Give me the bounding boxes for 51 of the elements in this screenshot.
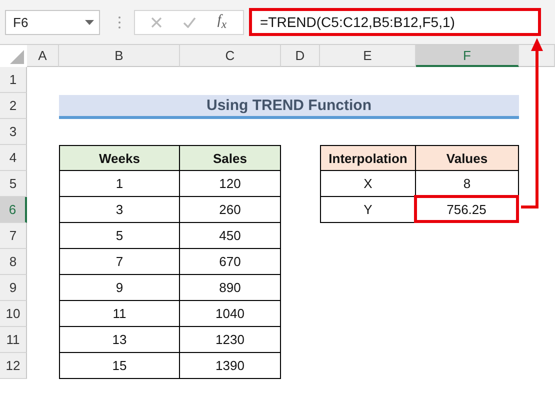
table-cell: 3 xyxy=(59,197,180,223)
table-cell: 1 xyxy=(59,171,180,197)
table-cell: 8 xyxy=(416,171,519,197)
row-header[interactable]: 5 xyxy=(0,171,27,197)
table-cell: 13 xyxy=(59,327,180,353)
row-header[interactable]: 6 xyxy=(0,197,27,223)
table-cell: 9 xyxy=(59,275,180,301)
column-header[interactable]: C xyxy=(180,45,281,67)
column-header[interactable]: E xyxy=(320,45,416,67)
table-cell: 450 xyxy=(180,223,281,249)
table-cell: 120 xyxy=(180,171,281,197)
cancel-icon[interactable] xyxy=(151,16,162,28)
row-header[interactable]: 9 xyxy=(0,275,27,301)
row-header[interactable]: 3 xyxy=(0,119,27,145)
row-header[interactable]: 2 xyxy=(0,93,27,119)
table-cell: 1390 xyxy=(180,353,281,379)
row-header[interactable]: 11 xyxy=(0,327,27,353)
table-cell: 5 xyxy=(59,223,180,249)
table-cell: Y xyxy=(320,197,416,223)
table-cell: 260 xyxy=(180,197,281,223)
table-cell: 890 xyxy=(180,275,281,301)
select-all-icon[interactable] xyxy=(10,50,24,64)
row-header[interactable]: 10 xyxy=(0,301,27,327)
column-header[interactable]: D xyxy=(281,45,320,67)
sheet-title: Using TREND Function xyxy=(59,95,519,119)
column-header[interactable]: B xyxy=(59,45,180,67)
table-cell: 1230 xyxy=(180,327,281,353)
formula-field[interactable]: =TREND(C5:C12,B5:B12,F5,1) xyxy=(249,8,541,36)
column-header[interactable]: F xyxy=(416,45,519,67)
row-header[interactable]: 8 xyxy=(0,249,27,275)
name-box[interactable]: F6 xyxy=(5,10,100,34)
insert-function-button[interactable]: f$_{x}$ xyxy=(217,13,226,31)
drag-handle-icon[interactable] xyxy=(118,16,121,28)
table-cell: 670 xyxy=(180,249,281,275)
check-icon[interactable] xyxy=(183,16,196,28)
table-cell: 11 xyxy=(59,301,180,327)
row-header[interactable]: 12 xyxy=(0,353,27,379)
table-header: Sales xyxy=(180,145,281,171)
table-cell: 756.25 xyxy=(414,195,519,223)
row-header[interactable]: 4 xyxy=(0,145,27,171)
row-header[interactable]: 7 xyxy=(0,223,27,249)
table-cell: X xyxy=(320,171,416,197)
table-cell: 7 xyxy=(59,249,180,275)
table-header: Interpolation xyxy=(320,145,416,171)
table-header: Values xyxy=(416,145,519,171)
table-header: Weeks xyxy=(59,145,180,171)
table-cell: 1040 xyxy=(180,301,281,327)
caret-icon[interactable] xyxy=(85,20,94,24)
column-header[interactable]: A xyxy=(27,45,59,67)
table-cell: 15 xyxy=(59,353,180,379)
row-header[interactable]: 1 xyxy=(0,67,27,93)
